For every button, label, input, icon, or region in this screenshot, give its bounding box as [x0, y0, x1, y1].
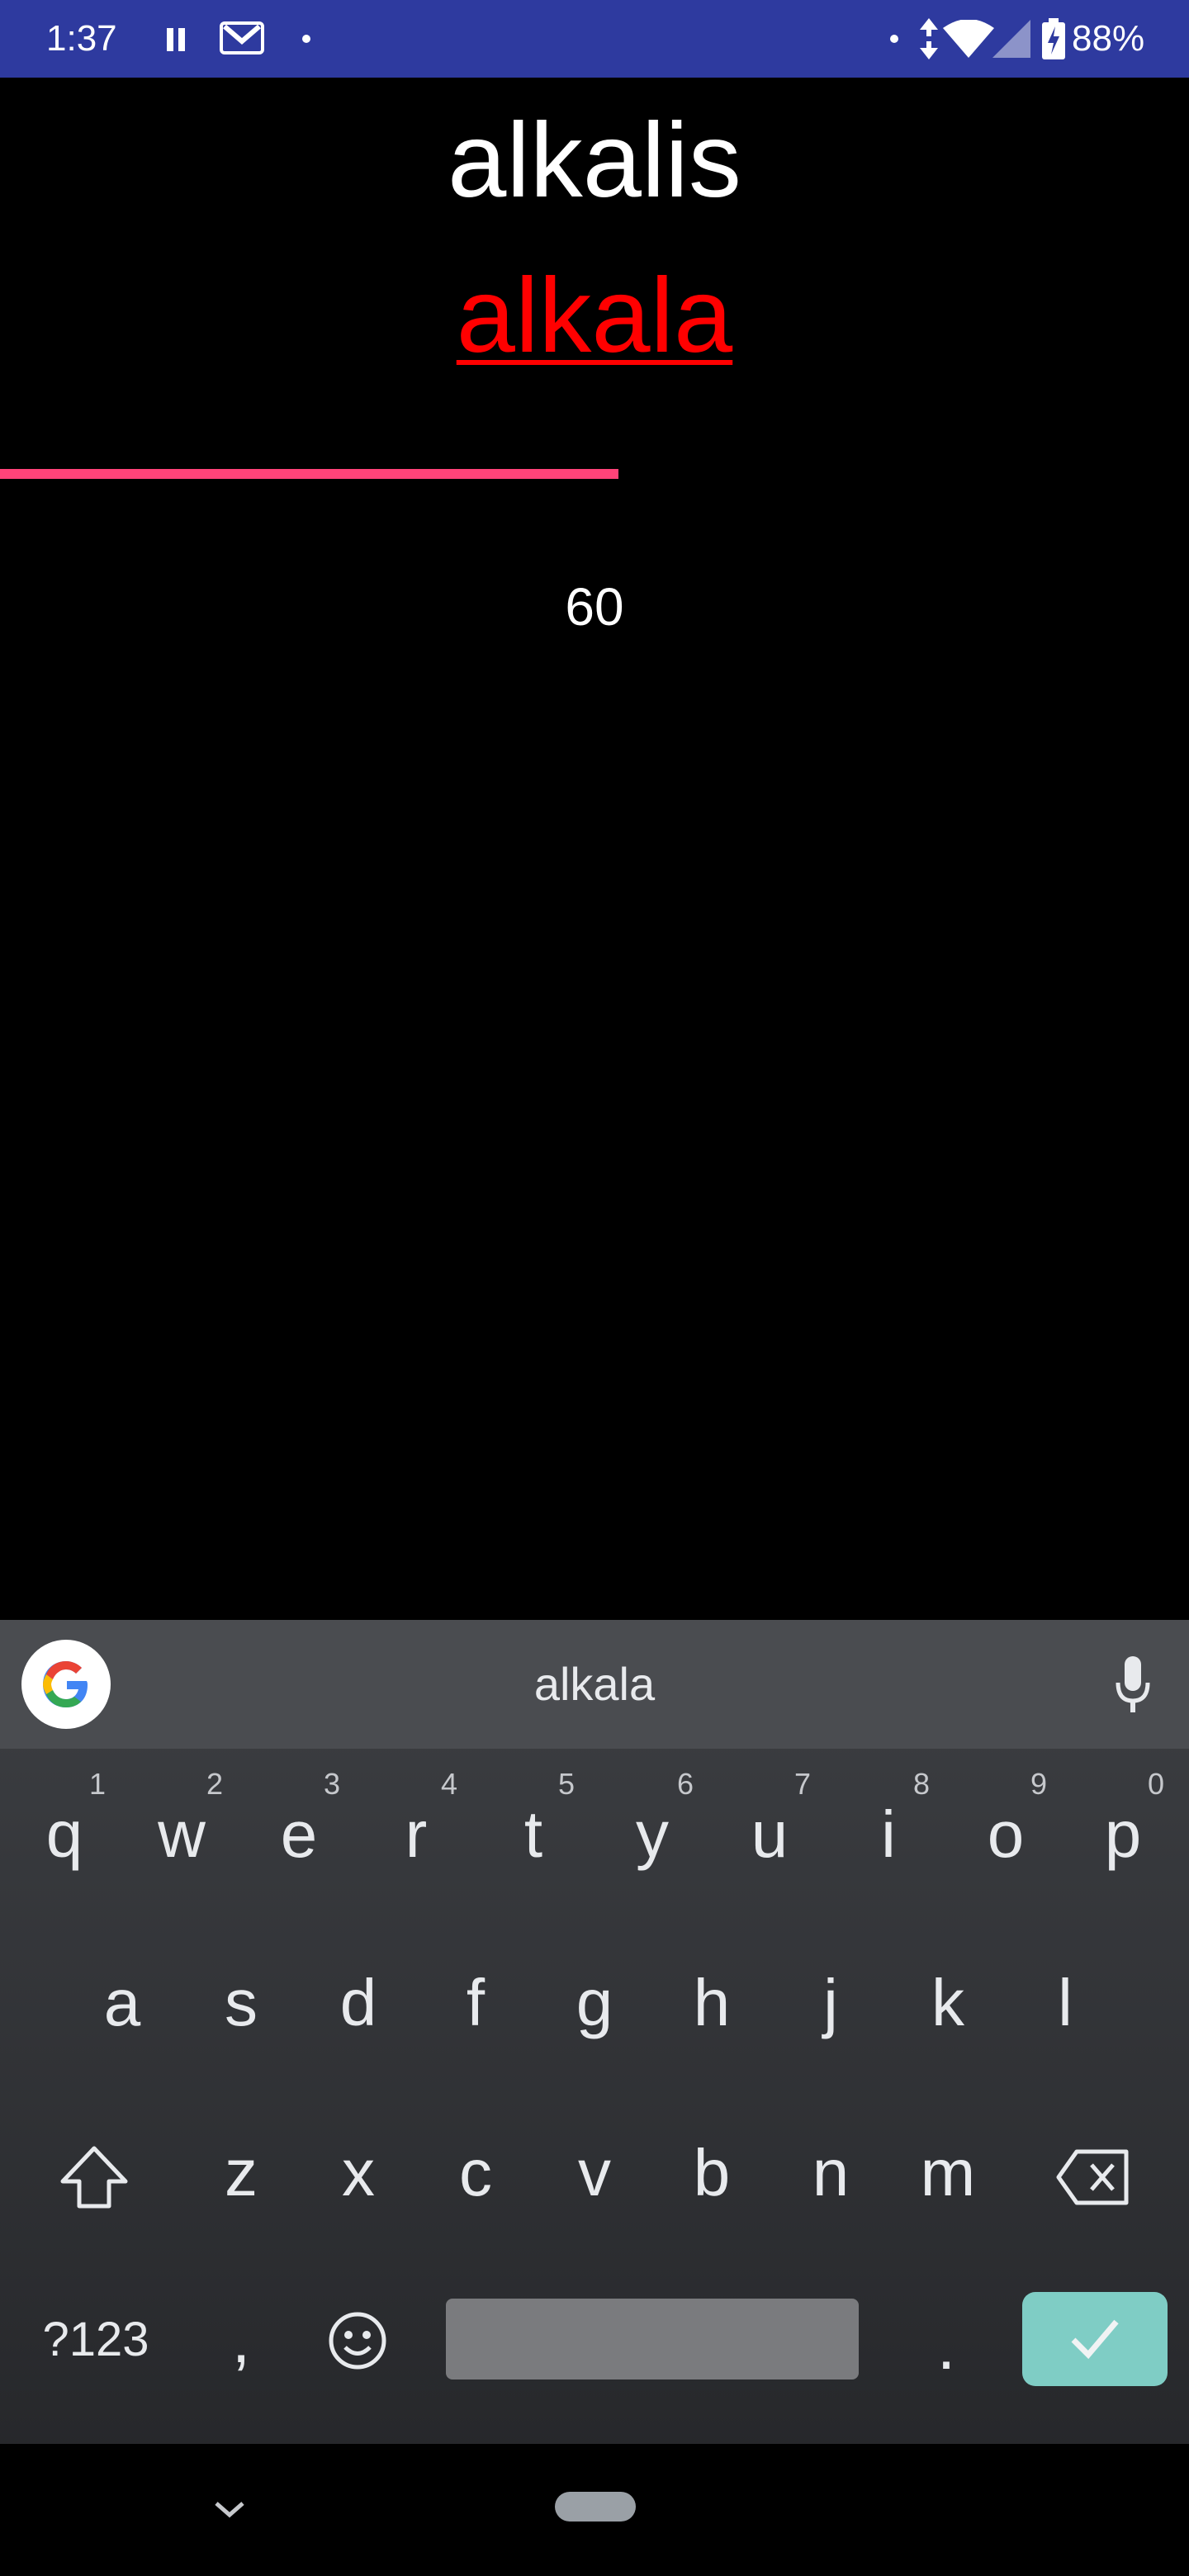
key-t[interactable]: t [484, 1793, 583, 1876]
key-hint: 6 [676, 1767, 694, 1801]
emoji-icon[interactable] [327, 2310, 388, 2371]
check-icon [1071, 2319, 1119, 2360]
shift-icon[interactable] [59, 2145, 129, 2209]
key-y[interactable]: y [603, 1793, 702, 1876]
key-k[interactable]: k [898, 1962, 997, 2044]
key-hint: 5 [557, 1767, 576, 1801]
key-hint: 0 [1147, 1767, 1165, 1801]
answer-word: alkala [0, 263, 1189, 370]
key-hint: 7 [793, 1767, 812, 1801]
key-v[interactable]: v [545, 2132, 644, 2214]
signal-icon [992, 20, 1030, 58]
key-u[interactable]: u [720, 1793, 819, 1876]
key-j[interactable]: j [781, 1962, 880, 2044]
symbols-key[interactable]: ?123 [30, 2299, 162, 2381]
pause-icon [167, 28, 188, 51]
backspace-icon[interactable] [1055, 2148, 1131, 2206]
progress-fill [0, 469, 618, 479]
key-hint: 1 [88, 1767, 107, 1801]
key-hint: 3 [323, 1767, 341, 1801]
key-q[interactable]: q [15, 1793, 114, 1876]
status-bar: 1:37 88% [0, 0, 1189, 78]
battery-charging-icon [1042, 18, 1065, 59]
chevron-down-icon[interactable] [211, 2498, 248, 2520]
key-x[interactable]: x [309, 2132, 408, 2214]
key-p[interactable]: p [1073, 1793, 1172, 1876]
key-g[interactable]: g [545, 1962, 644, 2044]
prompt-word: alkalis [448, 102, 741, 220]
data-arrows-icon [920, 18, 938, 59]
key-w[interactable]: w [132, 1793, 231, 1876]
gmail-icon [220, 21, 264, 54]
period-key[interactable]: . [897, 2305, 996, 2388]
soft-keyboard [0, 1620, 1189, 2576]
key-m[interactable]: m [898, 2132, 997, 2214]
key-hint: 4 [440, 1767, 458, 1801]
key-i[interactable]: i [839, 1793, 938, 1876]
key-h[interactable]: h [662, 1962, 761, 2044]
answer-word-text: alkala [456, 257, 733, 375]
key-l[interactable]: l [1016, 1962, 1115, 2044]
microphone-icon[interactable] [1115, 1656, 1151, 1714]
key-r[interactable]: r [367, 1793, 466, 1876]
progress-bar [0, 469, 1189, 479]
status-time: 1:37 [46, 18, 117, 59]
key-n[interactable]: n [781, 2132, 880, 2214]
home-pill[interactable] [555, 2492, 636, 2522]
key-d[interactable]: d [309, 1962, 408, 2044]
enter-button[interactable] [1022, 2292, 1168, 2386]
countdown-timer: 60 [565, 577, 624, 637]
dot-icon [890, 35, 898, 43]
key-z[interactable]: z [192, 2132, 291, 2214]
suggestion-word[interactable]: alkala [0, 1643, 1189, 1726]
comma-key[interactable]: , [192, 2299, 291, 2381]
key-hint: 2 [206, 1767, 224, 1801]
key-o[interactable]: o [956, 1793, 1055, 1876]
key-s[interactable]: s [192, 1962, 291, 2044]
key-e[interactable]: e [249, 1793, 348, 1876]
key-hint: 8 [912, 1767, 931, 1801]
dot-icon [302, 35, 310, 43]
key-c[interactable]: c [426, 2132, 525, 2214]
key-b[interactable]: b [662, 2132, 761, 2214]
key-f[interactable]: f [426, 1962, 525, 2044]
space-key[interactable] [446, 2299, 859, 2379]
battery-percent: 88% [1072, 18, 1145, 59]
key-hint: 9 [1030, 1767, 1048, 1801]
wifi-icon [943, 20, 994, 58]
key-a[interactable]: a [73, 1962, 172, 2044]
